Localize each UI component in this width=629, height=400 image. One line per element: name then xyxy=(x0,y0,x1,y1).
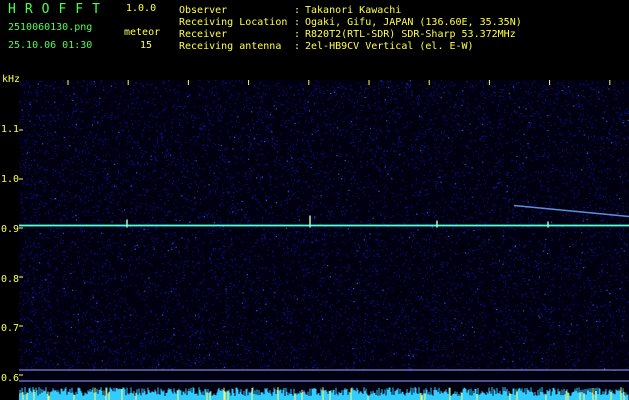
info-key-location: Receiving Location xyxy=(179,17,288,28)
y-tick-label: 0.7 xyxy=(1,323,20,334)
info-value-receiver: R820T2(RTL-SDR) SDR-Sharp 53.372MHz xyxy=(305,29,516,40)
info-value-observer: Takanori Kawachi xyxy=(305,5,402,16)
app-title: HROFFT xyxy=(8,2,109,17)
app-version: 1.0.0 xyxy=(126,3,157,14)
info-sep: : xyxy=(294,41,301,52)
y-tick-label: 0.6 xyxy=(1,373,20,384)
y-tick-label: 0.8 xyxy=(1,274,20,285)
spectrogram-plot xyxy=(19,80,629,400)
info-key-receiver: Receiver xyxy=(179,29,228,40)
info-value-location: Ogaki, Gifu, JAPAN (136.60E, 35.35N) xyxy=(305,17,522,28)
info-key-antenna: Receiving antenna xyxy=(179,41,282,52)
y-tick-label: 1.1 xyxy=(1,124,20,135)
meteor-label: meteor xyxy=(124,27,161,38)
y-tick-label: 0.9 xyxy=(1,224,20,235)
info-sep: : xyxy=(294,5,301,16)
info-sep: : xyxy=(294,29,301,40)
info-key-observer: Observer xyxy=(179,5,228,16)
info-sep: : xyxy=(294,17,301,28)
timestamp: 25.10.06 01:30 xyxy=(8,40,93,51)
y-tick-label: 1.0 xyxy=(1,174,20,185)
meteor-count: 15 xyxy=(140,40,153,51)
info-value-antenna: 2el-HB9CV Vertical (el. E-W) xyxy=(305,41,474,52)
file-name: 2510060130.png xyxy=(8,22,93,33)
y-axis-unit: kHz xyxy=(2,74,21,85)
